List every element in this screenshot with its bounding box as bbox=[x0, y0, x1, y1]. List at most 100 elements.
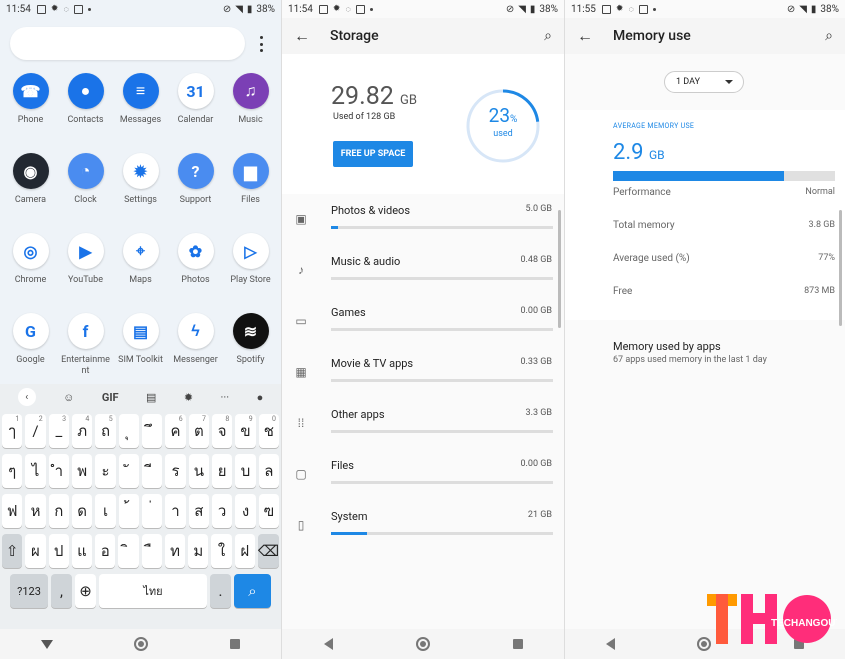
storage-item[interactable]: ♪ Music & audio 0.48 GB bbox=[282, 251, 564, 302]
scrollbar[interactable] bbox=[839, 210, 842, 326]
search-key[interactable]: ⌕ bbox=[234, 574, 271, 608]
key[interactable]: อ bbox=[95, 534, 116, 568]
key[interactable]: ะ bbox=[95, 454, 116, 488]
key[interactable]: ช0 bbox=[258, 414, 279, 448]
sticker-icon[interactable]: ☺ bbox=[63, 391, 74, 404]
backspace-key[interactable]: ⌫ bbox=[258, 534, 279, 568]
key[interactable]: ่ bbox=[142, 494, 163, 528]
key[interactable]: ล bbox=[258, 454, 279, 488]
app-youtube[interactable]: ▶ YouTube bbox=[58, 233, 113, 297]
key[interactable]: ง bbox=[235, 494, 256, 528]
key[interactable]: ิ bbox=[118, 534, 139, 568]
recents-icon[interactable] bbox=[230, 639, 241, 649]
keyboard-settings-icon[interactable]: ✹ bbox=[184, 391, 193, 404]
key[interactable]: _ 3 bbox=[48, 414, 70, 448]
key[interactable]: ม bbox=[188, 534, 209, 568]
key[interactable]: ค6 bbox=[165, 414, 186, 448]
storage-item[interactable]: ▯ System 21 GB bbox=[282, 506, 564, 557]
app-messages[interactable]: ≡ Messages bbox=[113, 73, 168, 137]
more-options-icon[interactable] bbox=[258, 36, 264, 52]
key[interactable]: ส bbox=[188, 494, 209, 528]
app-music[interactable]: ♫ Music bbox=[223, 73, 278, 137]
shift-key[interactable]: ⇧ bbox=[2, 534, 23, 568]
key[interactable]: ใ bbox=[211, 534, 232, 568]
space-key[interactable]: ไทย bbox=[99, 574, 207, 608]
free-up-space-button[interactable]: FREE UP SPACE bbox=[333, 141, 413, 167]
key[interactable]: า bbox=[165, 494, 186, 528]
app-google[interactable]: G Google bbox=[3, 313, 58, 377]
period-dropdown[interactable]: 1 DAY bbox=[664, 71, 744, 93]
apps-used-title[interactable]: Memory used by apps bbox=[613, 340, 721, 353]
app-play-store[interactable]: ▷ Play Store bbox=[223, 233, 278, 297]
key[interactable]: น bbox=[188, 454, 209, 488]
app-contacts[interactable]: ● Contacts bbox=[58, 73, 113, 137]
app-spotify[interactable]: ≋ Spotify bbox=[223, 313, 278, 377]
hide-keyboard-icon[interactable] bbox=[40, 639, 53, 649]
app-calendar[interactable]: 31 Calendar bbox=[168, 73, 223, 137]
back-icon[interactable] bbox=[323, 638, 333, 650]
search-bar[interactable] bbox=[10, 27, 245, 60]
home-icon[interactable] bbox=[134, 637, 149, 651]
storage-item[interactable]: ▦ Movie & TV apps 0.33 GB bbox=[282, 353, 564, 404]
key[interactable]: ก bbox=[48, 494, 70, 528]
search-icon[interactable]: ⌕ bbox=[544, 28, 552, 44]
key[interactable]: ฝ bbox=[234, 534, 255, 568]
key[interactable]: ท bbox=[164, 534, 186, 568]
key[interactable]: ๅ1 bbox=[2, 414, 23, 448]
key[interactable]: ห bbox=[25, 494, 46, 528]
key[interactable]: ร bbox=[165, 454, 186, 488]
recents-icon[interactable] bbox=[512, 639, 523, 649]
key[interactable]: ต7 bbox=[188, 414, 209, 448]
storage-item[interactable]: ▢ Files 0.00 GB bbox=[282, 455, 564, 506]
collapse-toolbar-icon[interactable]: ‹ bbox=[17, 388, 36, 406]
back-arrow-icon[interactable]: ← bbox=[577, 26, 613, 46]
gif-button[interactable]: GIF bbox=[102, 391, 119, 404]
back-arrow-icon[interactable]: ← bbox=[294, 26, 330, 46]
app-photos[interactable]: ✿ Photos bbox=[168, 233, 223, 297]
key[interactable]: ด bbox=[72, 494, 93, 528]
app-entertainme-nt[interactable]: f Entertainme nt bbox=[58, 313, 113, 377]
app-phone[interactable]: ☎ Phone bbox=[3, 73, 58, 137]
key[interactable]: ป bbox=[48, 534, 69, 568]
key[interactable]: ภ4 bbox=[72, 414, 93, 448]
microphone-icon[interactable]: ● bbox=[257, 391, 264, 404]
key[interactable]: ึ bbox=[142, 414, 163, 448]
key[interactable]: ถ5 bbox=[95, 414, 116, 448]
key[interactable]: ว bbox=[211, 494, 233, 528]
app-maps[interactable]: ⌖ Maps bbox=[113, 233, 168, 297]
app-support[interactable]: ? Support bbox=[168, 153, 223, 217]
home-icon[interactable] bbox=[415, 637, 430, 651]
more-icon[interactable]: ··· bbox=[221, 391, 230, 404]
symbols-key[interactable]: ?123 bbox=[10, 574, 48, 608]
key[interactable]: ื bbox=[141, 534, 162, 568]
key[interactable]: ผ bbox=[25, 534, 46, 568]
clipboard-icon[interactable]: ▤ bbox=[146, 391, 156, 404]
key[interactable]: เ bbox=[95, 494, 116, 528]
key[interactable]: /2 bbox=[25, 414, 46, 448]
app-files[interactable]: ▆ Files bbox=[223, 153, 278, 217]
comma-key[interactable]: , bbox=[51, 574, 72, 608]
key[interactable]: ๆ bbox=[2, 454, 23, 488]
key[interactable]: ำ bbox=[48, 454, 70, 488]
search-icon[interactable]: ⌕ bbox=[825, 28, 833, 44]
key[interactable]: ย bbox=[211, 454, 233, 488]
key[interactable]: ้ bbox=[118, 494, 139, 528]
period-key[interactable]: . bbox=[210, 574, 231, 608]
app-clock[interactable]: ◔ Clock bbox=[58, 153, 113, 217]
key[interactable]: แ bbox=[71, 534, 93, 568]
storage-item[interactable]: ▣ Photos & videos 5.0 GB bbox=[282, 200, 564, 251]
key[interactable]: ข9 bbox=[235, 414, 256, 448]
key[interactable]: ไ bbox=[25, 454, 46, 488]
storage-item[interactable]: ⁞⁞ Other apps 3.3 GB bbox=[282, 404, 564, 455]
key[interactable]: ฟ bbox=[2, 494, 23, 528]
back-icon[interactable] bbox=[606, 638, 616, 650]
storage-item[interactable]: ▭ Games 0.00 GB bbox=[282, 302, 564, 353]
key[interactable]: ุ bbox=[118, 414, 139, 448]
scrollbar[interactable] bbox=[558, 210, 561, 328]
app-camera[interactable]: ◉ Camera bbox=[3, 153, 58, 217]
app-chrome[interactable]: ◎ Chrome bbox=[3, 233, 58, 297]
app-sim-toolkit[interactable]: ▤ SIM Toolkit bbox=[113, 313, 168, 377]
globe-icon[interactable]: ⊕ bbox=[75, 574, 96, 608]
key[interactable]: ี bbox=[142, 454, 163, 488]
key[interactable]: ฃ bbox=[258, 494, 279, 528]
